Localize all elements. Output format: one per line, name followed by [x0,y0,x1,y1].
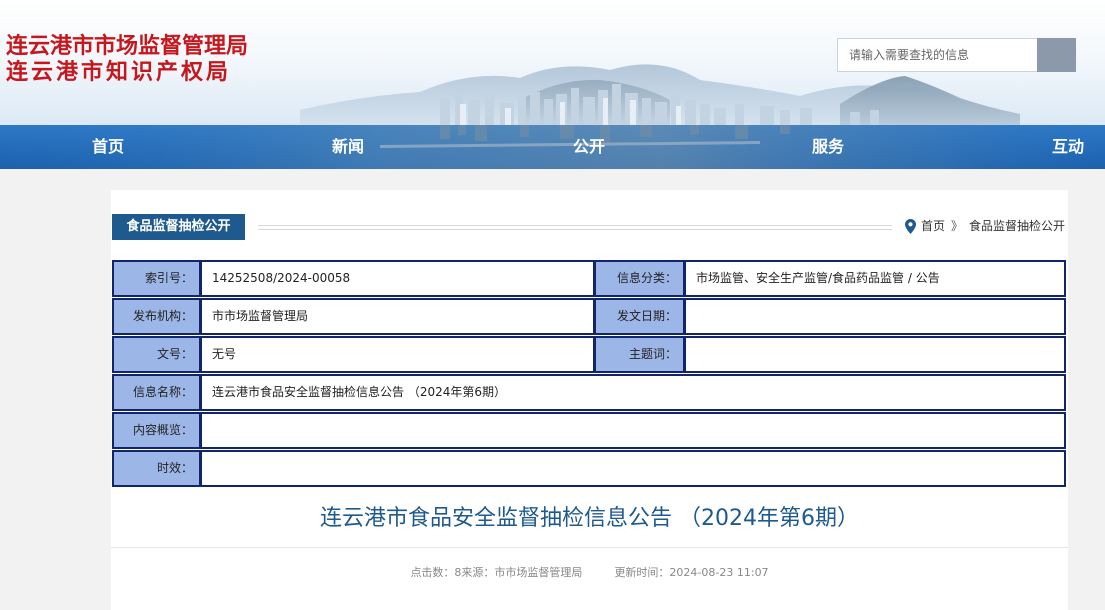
article-title: 连云港市食品安全监督抽检信息公告 （2024年第6期） [320,506,859,531]
article-meta-updated: 更新时间：2024-08-23 11:07 [614,566,769,579]
search-input[interactable] [838,39,1038,71]
site-title-line2: 连云港市知识产权局 [6,59,232,85]
info-label-date: 发文日期： [594,298,685,335]
info-value-name: 连云港市食品安全监督抽检信息公告 （2024年第6期） [200,374,1066,411]
breadcrumb-home-link[interactable]: 首页 [921,219,945,233]
nav-item-service[interactable]: 服务 [788,125,868,169]
info-value-summary [200,412,1066,449]
main-nav: 首页 新闻 公开 服务 互动 [0,125,1105,169]
info-label-index: 索引号： [112,260,201,297]
info-label-category: 信息分类： [594,260,685,297]
breadcrumb-separator: 》 [951,219,964,233]
section-tab: 食品监督抽检公开 [112,214,245,240]
article-meta: 点击数：8来源：市市场监督管理局 更新时间：2024-08-23 11:07 [111,565,1068,581]
site-title-line1: 连云港市市场监督管理局 [6,33,249,59]
info-label-keyword: 主题词： [594,336,685,373]
breadcrumb: 首页》食品监督抽检公开 [905,217,1065,235]
info-label-validity: 时效： [112,450,201,487]
nav-item-interaction[interactable]: 互动 [1028,125,1105,169]
title-divider [111,547,1068,548]
info-value-publisher: 市市场监督管理局 [200,298,595,335]
info-label-publisher: 发布机构： [112,298,201,335]
info-label-summary: 内容概览： [112,412,201,449]
breadcrumb-current-link[interactable]: 食品监督抽检公开 [969,219,1065,233]
search-button[interactable] [1037,38,1076,72]
site-title[interactable]: 连云港市市场监督管理局 连云港市知识产权局 [6,33,248,85]
article-meta-clicks-source: 点击数：8来源：市市场监督管理局 [410,566,583,579]
info-label-name: 信息名称： [112,374,201,411]
nav-item-news[interactable]: 新闻 [308,125,388,169]
info-label-docno: 文号： [112,336,201,373]
info-value-docno: 无号 [200,336,595,373]
section-divider [258,229,892,230]
section-divider [258,225,892,226]
info-value-index: 14252508/2024-00058 [200,260,595,297]
location-pin-icon [905,219,916,234]
info-value-date [684,298,1066,335]
site-header: 连云港市市场监督管理局 连云港市知识产权局 [0,0,1105,125]
nav-item-home[interactable]: 首页 [68,125,148,169]
info-value-keyword [684,336,1066,373]
search-icon [1037,38,1076,72]
nav-item-disclosure[interactable]: 公开 [549,125,629,169]
info-value-validity [200,450,1066,487]
search-box [837,38,1076,72]
info-value-category: 市场监管、安全生产监管/食品药品监管 / 公告 [684,260,1066,297]
